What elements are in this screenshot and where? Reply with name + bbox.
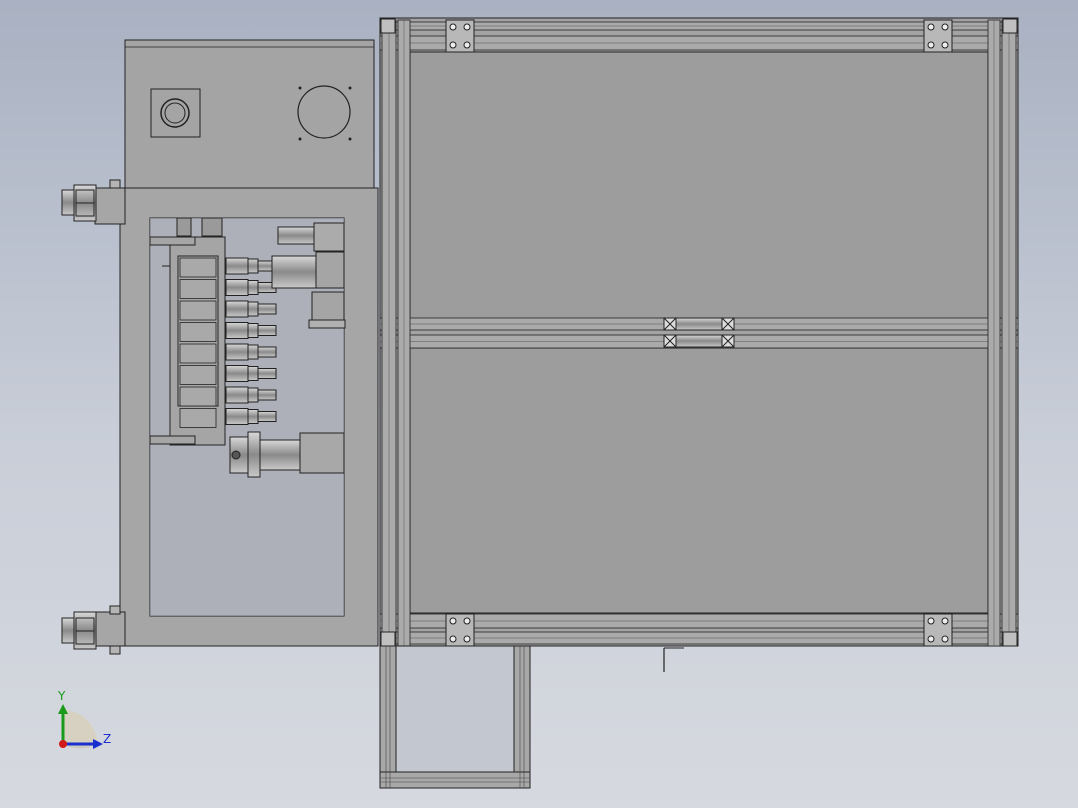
bolt: [449, 41, 457, 49]
actuator-body: [225, 408, 249, 425]
bolt: [927, 41, 935, 49]
z-axis-label: Z: [103, 732, 111, 746]
actuator-cap: [257, 389, 277, 401]
x-axis-origin: [59, 740, 67, 748]
actuator-cap: [257, 346, 277, 358]
actuator-neck: [247, 258, 259, 274]
valve-block: [179, 322, 217, 342]
coordinate-triad: Y Z: [57, 689, 111, 749]
actuator-cap: [257, 411, 277, 422]
bolt: [941, 41, 949, 49]
bolt: [449, 635, 457, 643]
valve-block: [179, 343, 217, 364]
actuator-body: [225, 257, 249, 275]
bolt: [927, 23, 935, 31]
actuator-neck: [247, 344, 259, 360]
valve-block: [179, 279, 217, 299]
corner-bracket: [923, 19, 953, 53]
bolt: [927, 617, 935, 625]
cad-viewport[interactable]: Y Z: [0, 0, 1078, 808]
actuator-body: [225, 322, 249, 339]
bottom-extension: [379, 645, 684, 789]
corner-cap: [380, 631, 396, 647]
bolt: [449, 617, 457, 625]
bolt: [941, 617, 949, 625]
actuator-neck: [247, 323, 259, 338]
actuator-cap: [257, 368, 277, 379]
actuator-body: [225, 279, 249, 296]
corner-bracket: [445, 19, 475, 53]
valve-block: [179, 408, 217, 428]
profile-frame: [379, 17, 1019, 647]
assembly-drawing: Y Z: [57, 17, 1019, 789]
actuator-body: [225, 300, 249, 318]
actuator-neck: [247, 301, 259, 317]
corner-bracket: [445, 613, 475, 647]
actuator-body: [225, 365, 249, 382]
bolt: [463, 617, 471, 625]
corner-cap: [1002, 18, 1018, 34]
actuator-neck: [247, 280, 259, 295]
corner-bracket: [923, 613, 953, 647]
lower-panel: [409, 347, 989, 614]
valve-block: [179, 257, 217, 278]
bolt: [449, 23, 457, 31]
z-axis-arrow: [93, 739, 103, 749]
valve-block: [179, 386, 217, 407]
y-axis-arrow: [58, 704, 68, 714]
actuator-body: [225, 386, 249, 404]
y-axis-label: Y: [57, 689, 66, 703]
valve-block: [179, 300, 217, 321]
round-cutout: [297, 85, 351, 139]
bolt: [463, 41, 471, 49]
bolt: [941, 23, 949, 31]
actuator-neck: [247, 387, 259, 403]
valve-block: [179, 365, 217, 385]
actuator-neck: [247, 409, 259, 424]
bolt: [927, 635, 935, 643]
bolt: [941, 635, 949, 643]
actuator-cap: [257, 303, 277, 315]
upper-panel: [409, 51, 989, 320]
corner-cap: [380, 18, 396, 34]
bolt: [463, 635, 471, 643]
bolt: [463, 23, 471, 31]
actuator-body: [225, 343, 249, 361]
control-box-top: [124, 39, 375, 191]
actuator-neck: [247, 366, 259, 381]
actuator-cap: [257, 325, 277, 336]
corner-cap: [1002, 631, 1018, 647]
